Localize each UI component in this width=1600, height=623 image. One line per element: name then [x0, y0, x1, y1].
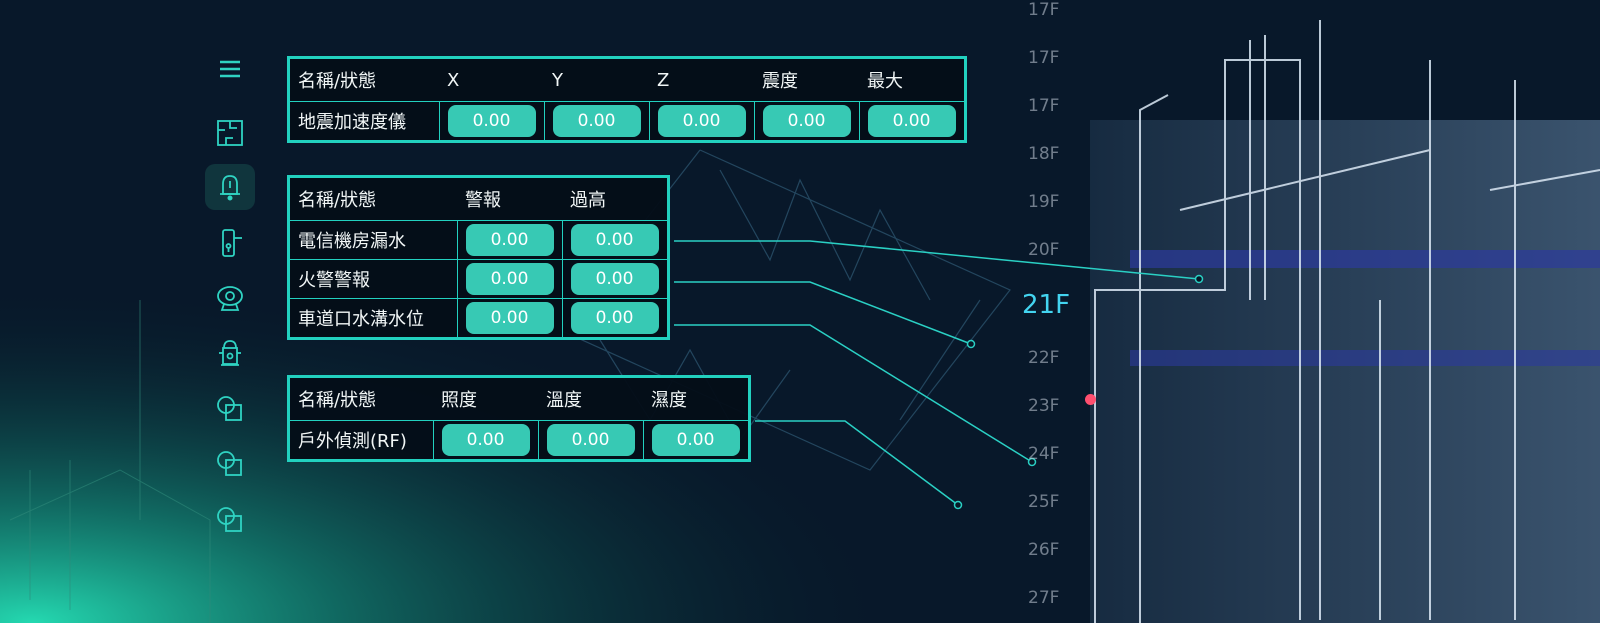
table-row: 地震加速度儀 0.00 0.00 0.00 0.00 0.00: [288, 101, 965, 142]
shape-icon: [217, 507, 242, 532]
value-alarm[interactable]: 0.00: [465, 302, 554, 334]
menu-icon: [220, 60, 240, 78]
environment-panel: 名稱/狀態 照度 溫度 濕度 戶外偵測(RF) 0.00 0.00 0.00: [287, 375, 751, 462]
value-intensity[interactable]: 0.00: [762, 105, 851, 137]
table-row: 火警警報 0.00 0.00: [288, 259, 668, 299]
sidebar-item-floorplan[interactable]: [205, 110, 255, 156]
sidebar-item-access[interactable]: [205, 220, 255, 266]
floor-item[interactable]: 25F: [1028, 492, 1059, 512]
floor-item[interactable]: 17F: [1028, 0, 1059, 20]
row-label: 火警警報: [288, 259, 457, 299]
value-y[interactable]: 0.00: [552, 105, 641, 137]
floor-item[interactable]: 20F: [1028, 240, 1059, 260]
value-z[interactable]: 0.00: [657, 105, 746, 137]
floor-item[interactable]: 26F: [1028, 540, 1059, 560]
value-too-high[interactable]: 0.00: [570, 302, 659, 334]
building-illustration: [1090, 120, 1600, 623]
sidebar-item-camera[interactable]: [205, 275, 255, 321]
alert-dot: [1085, 394, 1096, 405]
value-alarm[interactable]: 0.00: [465, 224, 554, 256]
value-too-high[interactable]: 0.00: [570, 263, 659, 295]
fire-hydrant-icon: [219, 340, 241, 366]
floor-item[interactable]: 27F: [1028, 588, 1059, 608]
value-temperature[interactable]: 0.00: [546, 424, 635, 456]
door-lock-icon: [222, 229, 242, 257]
table-row: 戶外偵測(RF) 0.00 0.00 0.00: [288, 420, 749, 461]
floor-selector: 17F 17F 17F 18F 19F 20F 21F 22F 23F 24F …: [1022, 0, 1088, 623]
floor-item[interactable]: 24F: [1028, 444, 1059, 464]
header-intensity: 震度: [762, 71, 798, 92]
table-row: 車道口水溝水位 0.00 0.00: [288, 298, 668, 339]
header-temperature: 溫度: [546, 390, 582, 411]
header-humidity: 濕度: [651, 390, 687, 411]
header-alarm: 警報: [465, 190, 501, 211]
shape-icon: [217, 396, 242, 421]
header-illuminance: 照度: [441, 390, 477, 411]
header-too-high: 過高: [570, 190, 606, 211]
table-row: 電信機房漏水 0.00 0.00: [288, 220, 668, 260]
header-x: X: [447, 69, 460, 91]
floor-item[interactable]: 18F: [1028, 144, 1059, 164]
seismic-panel: 名稱/狀態 X Y Z 震度 最大 地震加速度儀 0.00 0.00 0.00 …: [287, 56, 967, 143]
header-z: Z: [657, 69, 670, 91]
header-y: Y: [552, 69, 563, 91]
value-x[interactable]: 0.00: [447, 105, 536, 137]
sidebar-item-extra-2[interactable]: [205, 441, 255, 487]
floor-item[interactable]: 17F: [1028, 96, 1059, 116]
sidebar-item-alarm[interactable]: [205, 164, 255, 210]
floor-item[interactable]: 22F: [1028, 348, 1059, 368]
sidebar-item-extra-3[interactable]: [205, 497, 255, 543]
row-label: 電信機房漏水: [288, 220, 457, 260]
floorplan-icon: [217, 120, 243, 146]
floor-item[interactable]: 17F: [1028, 48, 1059, 68]
value-humidity[interactable]: 0.00: [651, 424, 740, 456]
menu-button[interactable]: [205, 46, 255, 92]
header-name-status: 名稱/狀態: [298, 390, 377, 411]
shape-icon: [217, 451, 242, 476]
value-illuminance[interactable]: 0.00: [441, 424, 530, 456]
row-label: 車道口水溝水位: [288, 298, 457, 339]
row-label: 戶外偵測(RF): [288, 420, 433, 461]
floor-item[interactable]: 23F: [1028, 396, 1059, 416]
row-label: 地震加速度儀: [288, 101, 439, 142]
header-name-status: 名稱/狀態: [298, 71, 377, 92]
bell-icon: [220, 175, 240, 201]
sidebar-item-extra-1[interactable]: [205, 386, 255, 432]
value-alarm[interactable]: 0.00: [465, 263, 554, 295]
header-max: 最大: [867, 71, 903, 92]
floor-item-current[interactable]: 21F: [1022, 290, 1070, 320]
alarm-panel: 名稱/狀態 警報 過高 電信機房漏水 0.00 0.00 火警警報 0.00 0…: [287, 175, 670, 340]
floor-item[interactable]: 19F: [1028, 192, 1059, 212]
sidebar-item-fire[interactable]: [205, 330, 255, 376]
value-too-high[interactable]: 0.00: [570, 224, 659, 256]
camera-icon: [217, 286, 243, 311]
header-name-status: 名稱/狀態: [298, 190, 377, 211]
value-max[interactable]: 0.00: [867, 105, 956, 137]
